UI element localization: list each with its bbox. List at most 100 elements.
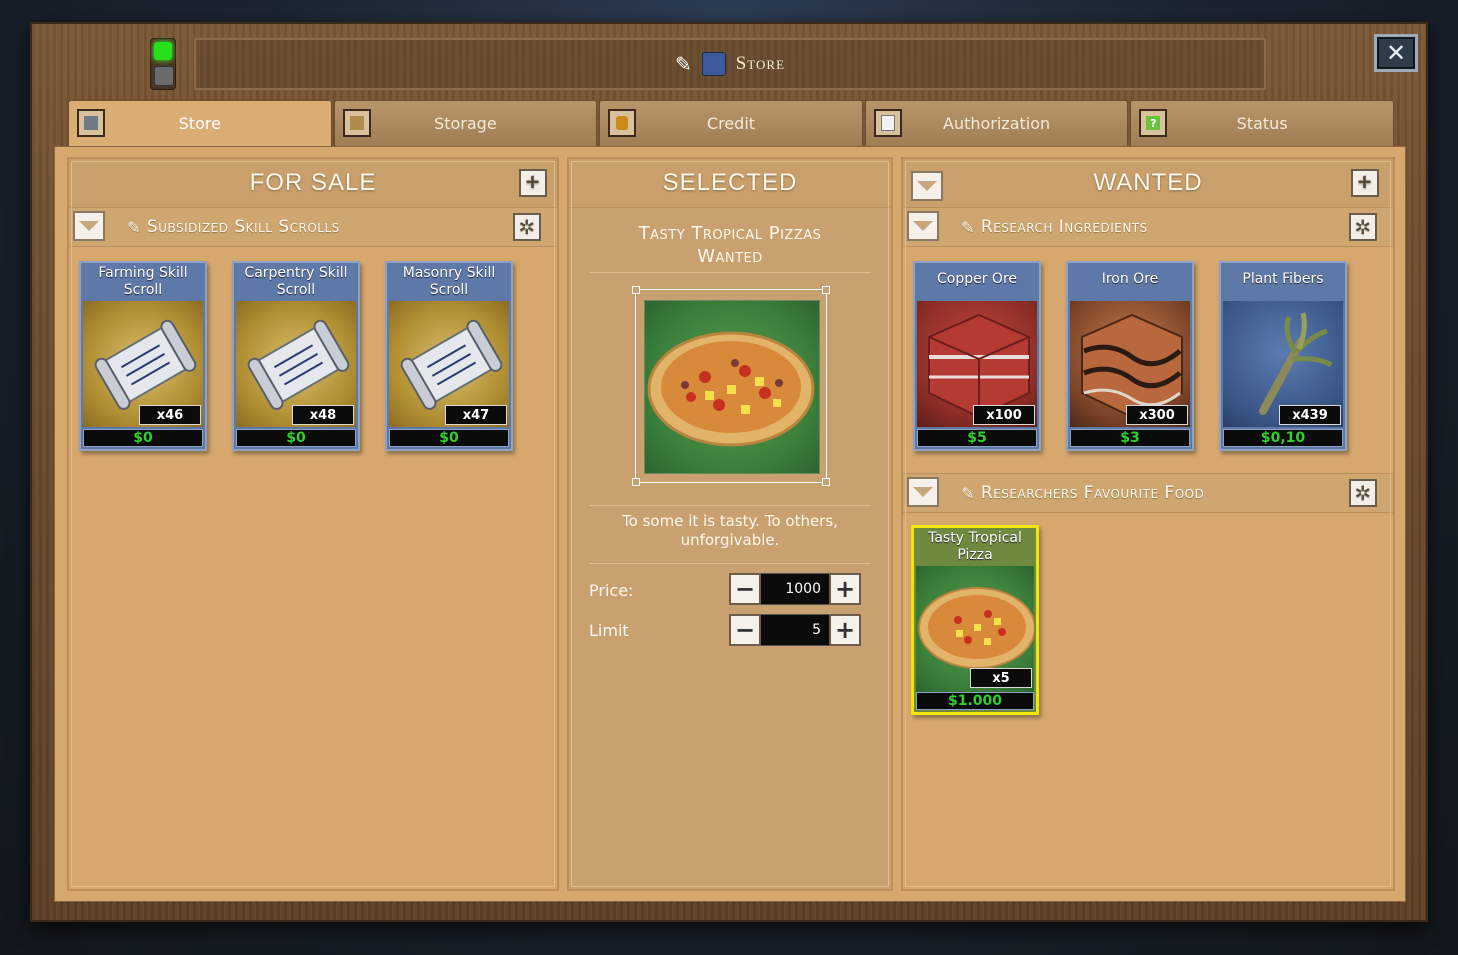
item-card-copper-ore[interactable]: Copper Ore x100 $5 [913,261,1041,451]
frame-corner [632,286,640,294]
add-sale-button[interactable]: + [519,169,547,197]
item-price: $1.000 [916,692,1034,710]
tab-authorization[interactable]: Authorization [864,100,1129,146]
chevron-down-icon [913,221,933,231]
coin-icon [608,109,637,137]
price-increase-button[interactable]: + [829,573,861,605]
wanted-panel: WANTED + ✎ Research Ingredients ✲ Copper… [901,157,1395,891]
status-led-green [154,42,172,60]
item-card-plant-fibers[interactable]: Plant Fibers x439 $0,10 [1219,261,1347,451]
status-indicator [150,38,176,90]
item-price: $0 [236,429,356,447]
pencil-icon[interactable]: ✎ [675,52,692,76]
category-label: Subsidized Skill Scrolls [146,217,340,237]
item-price: $3 [1070,429,1190,447]
item-card-masonry-scroll[interactable]: Masonry Skill Scroll x47 $0 [385,261,513,451]
crate-gray-icon [77,109,105,137]
wanted-items-food: Tasty Tropical Pizza x5 $1.000 [903,513,1393,723]
store-logo-icon [701,52,726,76]
item-name: Tasty Tropical Pizza [928,530,1022,563]
item-card-tasty-tropical-pizza[interactable]: Tasty Tropical Pizza x5 $1.000 [911,525,1039,715]
for-sale-title: FOR SALE [249,169,377,196]
selected-title-line2: Wanted [697,246,763,267]
item-name: Copper Ore [936,271,1017,287]
item-name: Masonry Skill Scroll [402,265,496,298]
pencil-icon[interactable]: ✎ [127,218,141,237]
selected-title-line1: Tasty Tropical Pizzas [638,223,822,244]
for-sale-header: FOR SALE + [69,159,557,208]
item-name: Farming Skill Scroll [98,265,188,298]
selected-item-title: Tasty Tropical Pizzas Wanted [589,222,871,273]
price-input[interactable]: 1000 [761,573,829,605]
close-button[interactable]: ✕ [1374,34,1418,72]
store-content: FOR SALE + ✎ Subsidized Skill Scrolls ✲ … [54,146,1406,902]
limit-label: Limit [589,621,629,640]
item-quantity: x300 [1126,405,1188,425]
item-name: Carpentry Skill Scroll [244,265,348,298]
collapse-category-button[interactable] [907,211,939,241]
box-icon [342,109,371,137]
limit-input[interactable]: 5 [761,614,829,646]
item-quantity: x47 [445,405,507,425]
wanted-category-row-research[interactable]: ✎ Research Ingredients ✲ [903,208,1393,247]
price-decrease-button[interactable]: − [729,573,761,605]
question-icon: ? [1139,109,1168,137]
chevron-down-icon [917,181,937,191]
price-stepper: − 1000 + [729,573,861,605]
item-name: Plant Fibers [1242,271,1324,287]
item-price: $0 [83,429,203,447]
chevron-down-icon [79,221,99,231]
limit-stepper: − 5 + [729,614,861,646]
item-price: $5 [917,429,1037,447]
category-settings-button[interactable]: ✲ [513,213,541,241]
category-settings-button[interactable]: ✲ [1349,479,1377,507]
item-name: Iron Ore [1101,271,1159,287]
category-label: Research Ingredients [980,217,1148,237]
frame-corner [822,478,830,486]
document-icon [873,109,902,137]
collapse-category-button[interactable] [73,211,105,241]
category-settings-button[interactable]: ✲ [1349,213,1377,241]
wanted-title: WANTED [1093,169,1203,196]
wanted-category-row-food[interactable]: ✎ Researchers Favourite Food ✲ [903,473,1393,513]
tab-credit[interactable]: Credit [599,100,863,146]
selected-header: SELECTED [569,159,891,208]
item-card-iron-ore[interactable]: Iron Ore x300 $3 [1066,261,1194,451]
selected-panel: SELECTED Tasty Tropical Pizzas Wanted To… [567,157,893,891]
frame-corner [822,286,830,294]
title-bar: ✎ Store [194,38,1266,90]
category-label: Researchers Favourite Food [980,483,1205,503]
limit-decrease-button[interactable]: − [729,614,761,646]
pencil-icon[interactable]: ✎ [961,484,975,503]
tab-status[interactable]: ? Status [1130,100,1394,146]
item-quantity: x48 [292,405,354,425]
pencil-icon[interactable]: ✎ [961,218,975,237]
price-label: Price: [589,581,634,600]
collapse-wanted-button[interactable] [911,171,943,201]
wanted-header: WANTED + [903,159,1393,208]
item-quantity: x100 [973,405,1035,425]
item-price: $0,10 [1223,429,1343,447]
item-card-carpentry-scroll[interactable]: Carpentry Skill Scroll x48 $0 [232,261,360,451]
tab-label: Credit [706,114,756,133]
tab-label: Authorization [942,114,1051,133]
tab-store[interactable]: Store [68,100,332,146]
store-window: ✎ Store ✕ Store Storage Credit Authoriza… [30,22,1428,922]
item-price: $0 [389,429,509,447]
collapse-category-button[interactable] [907,477,939,507]
selected-item-frame[interactable] [632,286,830,486]
selected-item-description: To some it is tasty. To others, unforgiv… [589,505,871,550]
tab-storage[interactable]: Storage [333,100,598,146]
for-sale-items: Farming Skill Scroll x46 $0 Carpentry Sk… [69,247,557,457]
item-card-farming-scroll[interactable]: Farming Skill Scroll x46 $0 [79,261,207,451]
window-title: Store [735,53,786,74]
frame-corner [632,478,640,486]
selected-title: SELECTED [662,169,798,196]
for-sale-panel: FOR SALE + ✎ Subsidized Skill Scrolls ✲ … [67,157,559,891]
tab-bar: Store Storage Credit Authorization ? Sta… [68,100,1394,146]
for-sale-category-row[interactable]: ✎ Subsidized Skill Scrolls ✲ [69,208,557,247]
limit-increase-button[interactable]: + [829,614,861,646]
wanted-items-research: Copper Ore x100 $5 Iron Ore x300 $3 Plan… [903,247,1393,457]
add-wanted-button[interactable]: + [1351,169,1379,197]
tab-label: Status [1236,114,1288,133]
